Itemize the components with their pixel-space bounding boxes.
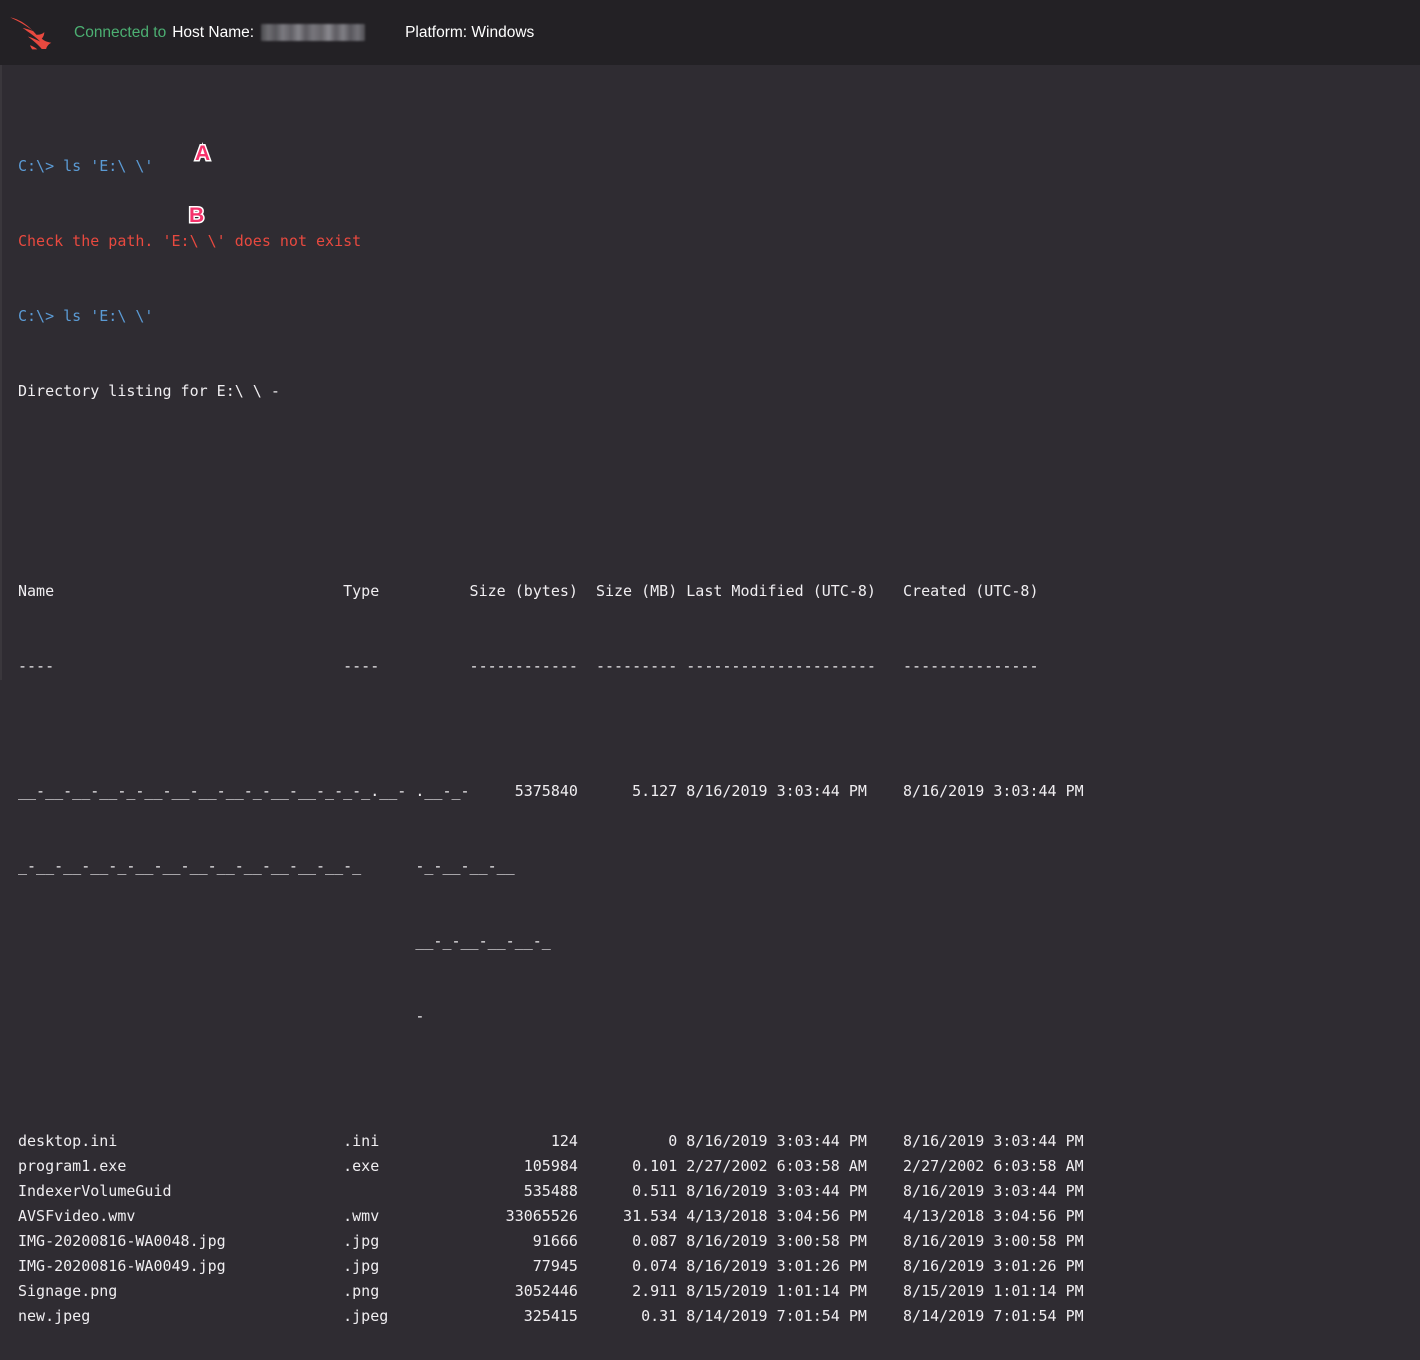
header-status-text: Connected to Host Name: Platform: Window… [74,24,534,42]
table-column-headers: Name Type Size (bytes) Size (MB) Last Mo… [18,579,1420,604]
redacted-row-line-2: _-__-__-__-_-__-__-__-__-__-__-__-__-_ -… [18,857,515,875]
table-row: - [18,1004,1420,1029]
host-name-label: Host Name: [172,24,254,42]
redacted-row-line-3: __-_-__-__-__-_ [18,932,551,950]
table-row: Signage.png .png 3052446 2.911 8/15/2019… [18,1279,1420,1304]
crowdstrike-falcon-logo-icon [8,13,52,53]
table-row: __-__-__-__-_-__-__-__-__-_-__-__-_-_-_.… [18,779,1420,804]
terminal-command-line-1: C:\> ls 'E:\ \' [18,154,1420,179]
table-row: new.jpeg .jpeg 325415 0.31 8/14/2019 7:0… [18,1304,1420,1329]
table-row: IMG-20200816-WA0048.jpg .jpg 91666 0.087… [18,1229,1420,1254]
redacted-row-line-1: __-__-__-__-_-__-__-__-__-_-__-__-_-_-_.… [18,782,1084,800]
terminal-output-pane[interactable]: C:\> ls 'E:\ \' Check the path. 'E:\ \' … [0,65,1420,680]
table-row: __-_-__-__-__-_ [18,929,1420,954]
terminal-command-line-2: C:\> ls 'E:\ \' [18,304,1420,329]
connection-status-label: Connected to [74,24,166,42]
table-row: desktop.ini .ini 124 0 8/16/2019 3:03:44… [18,1129,1420,1154]
table-row: IndexerVolumeGuid 535488 0.511 8/16/2019… [18,1179,1420,1204]
terminal-error-line: Check the path. 'E:\ \' does not exist [18,229,1420,254]
redacted-row-line-4: - [18,1007,424,1025]
table-row: IMG-20200816-WA0049.jpg .jpg 77945 0.074… [18,1254,1420,1279]
app-header: Connected to Host Name: Platform: Window… [0,0,1420,65]
spacer [18,479,1420,504]
table-row: _-__-__-__-_-__-__-__-__-__-__-__-__-_ -… [18,854,1420,879]
callout-marker-b: B [189,205,204,226]
callout-marker-a: A [195,143,210,164]
table-row: program1.exe .exe 105984 0.101 2/27/2002… [18,1154,1420,1179]
platform-label: Platform: Windows [405,24,534,42]
terminal-directory-listing-header: Directory listing for E:\ \ - [18,379,1420,404]
table-column-rules: ---- ---- ------------ --------- -------… [18,654,1420,679]
host-name-redacted-value [261,24,365,41]
file-listing-rows: desktop.ini .ini 124 0 8/16/2019 3:03:44… [18,1129,1420,1329]
table-row: AVSFvideo.wmv .wmv 33065526 31.534 4/13/… [18,1204,1420,1229]
